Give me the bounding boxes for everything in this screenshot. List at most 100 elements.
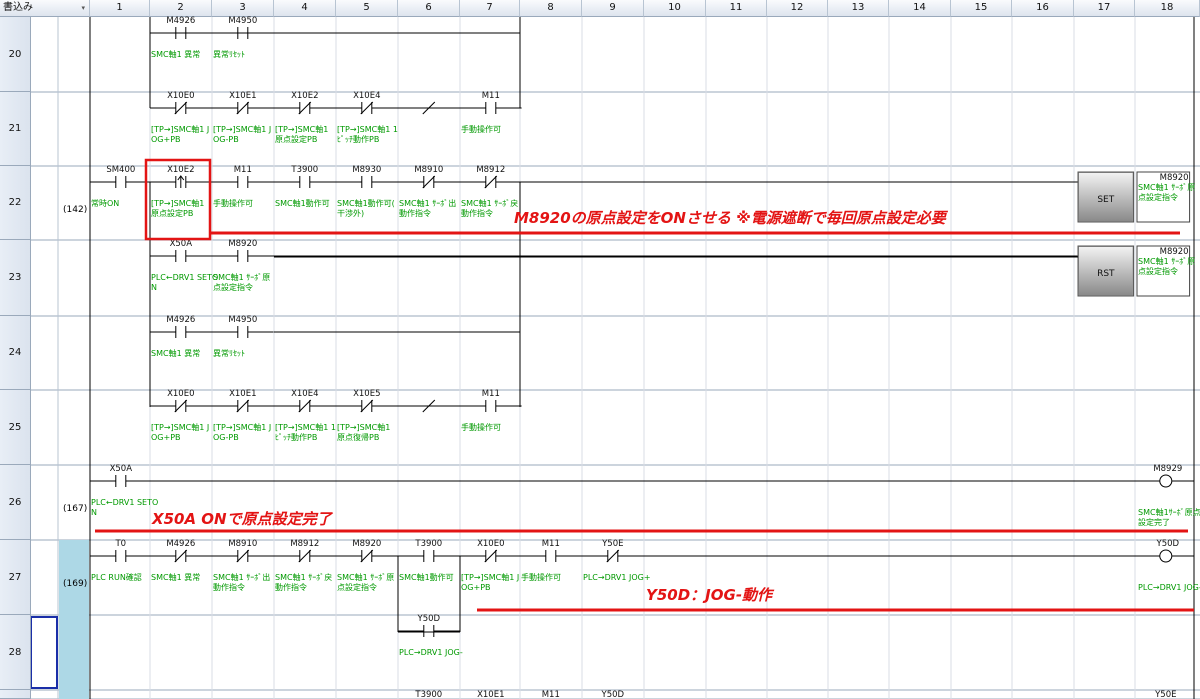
device-comment: PLC→DRV1 JOG- bbox=[399, 648, 463, 657]
device-comment: 点設定指令 bbox=[1138, 192, 1178, 202]
ladder-editor[interactable]: 書込み ▾ 1 2 3 4 5 6 7 8 9 10 11 12 13 14 15 16 17 18 (142) (167… bbox=[0, 0, 1200, 699]
device-comment: 異常ﾘｾｯﾄ bbox=[213, 50, 245, 59]
selected-row-highlight bbox=[59, 540, 89, 699]
device-label: X10E0 bbox=[167, 389, 194, 399]
device-label: T3900 bbox=[290, 165, 318, 175]
contact-gap bbox=[361, 175, 372, 189]
device-label: M11 bbox=[542, 690, 560, 699]
device-comment: 常時ON bbox=[91, 199, 119, 208]
step-number: (142) bbox=[63, 205, 87, 215]
device-comment: SMC軸1動作可 bbox=[275, 198, 330, 208]
device-comment: 手動操作可 bbox=[521, 572, 561, 582]
device-label: M8920 bbox=[1160, 173, 1189, 183]
row-number[interactable]: 22 bbox=[0, 166, 31, 240]
device-comment: SMC軸1ｻｰﾎﾞ原点 bbox=[1138, 507, 1200, 517]
device-label: Y50D bbox=[417, 614, 441, 624]
instruction-label: RST bbox=[1097, 269, 1115, 279]
device-comment: OG+PB bbox=[151, 135, 181, 144]
ladder-canvas: (142) (167) (169) M4926 SMC軸1 異常 M4950 異常ﾘｾｯﾄ X… bbox=[0, 16, 1200, 699]
device-comment: SMC軸1 ｻｰﾎﾞ出 bbox=[213, 572, 270, 582]
device-comment: SMC軸1 ｻｰﾎﾞ原 bbox=[1138, 182, 1195, 192]
device-comment: SMC軸1 ｻｰﾎﾞ戻 bbox=[275, 572, 332, 582]
device-comment: SMC軸1 異常 bbox=[151, 348, 200, 358]
step-number: (167) bbox=[63, 504, 87, 514]
device-comment: 原点設定PB bbox=[151, 208, 193, 218]
ladder-background bbox=[0, 17, 1200, 699]
device-label: X10E0 bbox=[167, 91, 194, 101]
row-number[interactable]: 27 bbox=[0, 540, 31, 615]
device-label: SM400 bbox=[106, 165, 135, 175]
device-comment: OG+PB bbox=[461, 583, 491, 592]
annotation-text: Y50D：JOG-動作 bbox=[646, 586, 773, 604]
device-label: M8912 bbox=[290, 539, 319, 549]
device-comment: SMC軸1 ｻｰﾎﾞ戻 bbox=[461, 198, 518, 208]
device-comment: [TP→]SMC軸1 bbox=[151, 198, 204, 208]
device-label: Y50E bbox=[1154, 690, 1176, 699]
device-label: Y50D bbox=[1156, 539, 1180, 549]
device-comment: OG-PB bbox=[213, 433, 239, 442]
device-label: X10E1 bbox=[229, 389, 256, 399]
device-comment: PLC RUN確認 bbox=[91, 572, 142, 582]
device-comment: [TP→]SMC軸1 J bbox=[151, 422, 209, 432]
row-number[interactable]: 28 bbox=[0, 615, 31, 690]
device-comment: 点設定指令 bbox=[1138, 266, 1178, 276]
device-label: M8930 bbox=[352, 165, 381, 175]
row-number[interactable]: 21 bbox=[0, 92, 31, 166]
device-label: X10E4 bbox=[291, 389, 318, 399]
device-label: M11 bbox=[542, 539, 560, 549]
device-comment: 動作指令 bbox=[399, 208, 431, 218]
device-comment: SMC軸1 ｻｰﾎﾞ原 bbox=[213, 272, 270, 282]
device-label: M8910 bbox=[414, 165, 443, 175]
device-comment: 干渉外) bbox=[337, 208, 364, 218]
device-label: X10E0 bbox=[477, 539, 504, 549]
device-comment: SMC軸1 異常 bbox=[151, 49, 200, 59]
device-label: M8912 bbox=[476, 165, 505, 175]
contact-gap bbox=[299, 175, 310, 189]
row-number[interactable]: 23 bbox=[0, 240, 31, 316]
device-comment: N bbox=[91, 508, 97, 517]
device-label: X50A bbox=[170, 239, 193, 249]
device-label: M4950 bbox=[228, 315, 257, 325]
output-coil[interactable] bbox=[1159, 474, 1173, 488]
device-comment: SMC軸1 ｻｰﾎﾞ原 bbox=[1138, 256, 1195, 266]
contact-gap bbox=[423, 549, 434, 563]
row-number[interactable]: 26 bbox=[0, 465, 31, 540]
instruction-label: SET bbox=[1097, 195, 1114, 205]
device-label: X10E2 bbox=[291, 91, 318, 101]
row-number[interactable]: 24 bbox=[0, 316, 31, 390]
contact-gap bbox=[485, 399, 496, 413]
device-label: X10E1 bbox=[229, 91, 256, 101]
device-comment: PLC←DRV1 SETO bbox=[91, 498, 158, 507]
output-coil[interactable] bbox=[1159, 549, 1173, 563]
device-label: X10E4 bbox=[353, 91, 380, 101]
device-label: X50A bbox=[110, 464, 133, 474]
device-comment: ﾋﾟｯﾁ動作PB bbox=[337, 134, 379, 144]
device-comment: SMC軸1動作可 bbox=[399, 572, 454, 582]
device-label: X10E2 bbox=[167, 165, 194, 175]
device-label: M4950 bbox=[228, 16, 257, 26]
device-label: M8920 bbox=[1160, 247, 1189, 257]
device-comment: 異常ﾘｾｯﾄ bbox=[213, 349, 245, 358]
device-comment: 動作指令 bbox=[461, 208, 493, 218]
device-comment: OG-PB bbox=[213, 135, 239, 144]
device-comment: 点設定指令 bbox=[213, 282, 253, 292]
row-number[interactable]: 25 bbox=[0, 390, 31, 465]
device-label: T0 bbox=[114, 539, 126, 549]
device-label: Y50D bbox=[601, 690, 625, 699]
annotation-text: X50A ONで原点設定完了 bbox=[152, 510, 332, 528]
row-number[interactable] bbox=[0, 690, 31, 699]
row-number[interactable]: 20 bbox=[0, 17, 31, 92]
contact-gap bbox=[175, 249, 186, 263]
device-label: M11 bbox=[234, 165, 252, 175]
device-label: M8929 bbox=[1153, 464, 1182, 474]
device-label: M8920 bbox=[352, 539, 381, 549]
contact-gap bbox=[237, 175, 248, 189]
device-comment: [TP→]SMC軸1 bbox=[275, 124, 328, 134]
contact-gap bbox=[237, 325, 248, 339]
device-comment: 動作指令 bbox=[213, 582, 245, 592]
device-comment: SMC軸1動作可( bbox=[337, 198, 395, 208]
device-label: M4926 bbox=[166, 539, 195, 549]
device-comment: [TP→]SMC軸1 J bbox=[213, 124, 271, 134]
device-label: M8910 bbox=[228, 539, 257, 549]
device-comment: N bbox=[151, 283, 157, 292]
